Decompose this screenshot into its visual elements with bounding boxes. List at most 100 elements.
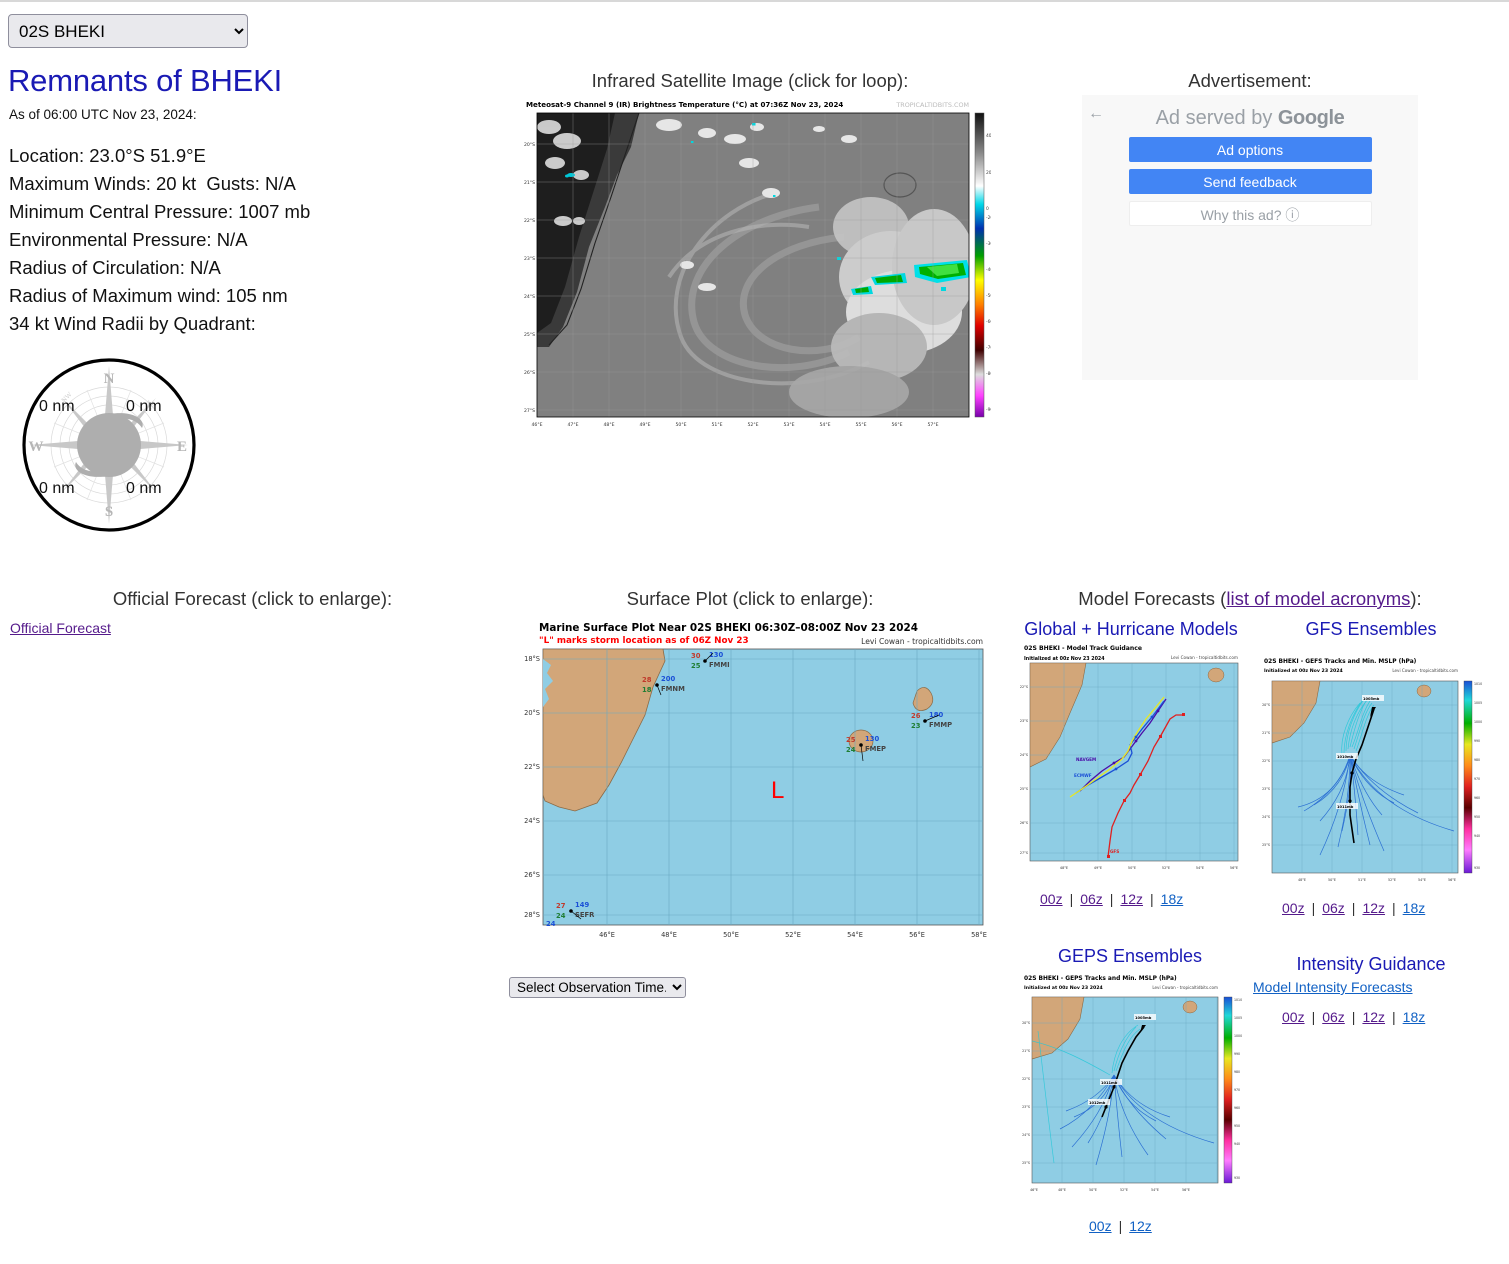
svg-text:23°S: 23°S <box>1262 787 1270 791</box>
svg-text:1010: 1010 <box>1474 682 1482 686</box>
surface-plot-image[interactable]: Marine Surface Plot Near 02S BHEKI 06:30… <box>513 615 991 972</box>
panel1-link-18z[interactable]: 18z <box>1403 900 1426 916</box>
svg-text:24°S: 24°S <box>1262 815 1270 819</box>
surface-plot-heading: Surface Plot (click to enlarge): <box>626 588 874 609</box>
back-arrow-icon[interactable]: ← <box>1088 105 1104 123</box>
storm-stats-list: Location: 23.0°S 51.9°E Maximum Winds: 2… <box>9 142 505 338</box>
svg-text:25: 25 <box>846 736 856 744</box>
svg-text:56°E: 56°E <box>1448 878 1456 882</box>
svg-text:28°S: 28°S <box>524 911 540 919</box>
svg-text:54°E: 54°E <box>847 931 863 939</box>
satellite-image-title: Meteosat-9 Channel 9 (IR) Brightness Tem… <box>526 100 843 109</box>
panel-title-gfs-ensembles: GFS Ensembles <box>1305 619 1437 639</box>
wind-radii-ne: 0 nm <box>126 398 162 416</box>
svg-text:50°E: 50°E <box>723 931 739 939</box>
stat-radius-max-wind: Radius of Maximum wind: 105 nm <box>9 285 288 307</box>
model-intensity-forecasts-link[interactable]: Model Intensity Forecasts <box>1253 979 1413 995</box>
svg-text:24°S: 24°S <box>1020 753 1028 757</box>
svg-text:23: 23 <box>911 722 921 730</box>
panel1-link-00z[interactable]: 00z <box>1282 900 1305 916</box>
ad-served-text: Ad served by <box>1155 107 1273 129</box>
svg-text:N: N <box>104 371 115 387</box>
svg-text:-60: -60 <box>986 319 991 325</box>
panel0-link-12z[interactable]: 12z <box>1120 891 1143 907</box>
svg-text:1000: 1000 <box>1474 720 1482 724</box>
model-track-guidance-image[interactable]: 02S BHEKI - Model Track Guidance Initial… <box>1018 641 1244 881</box>
panel2-img-title: 02S BHEKI - GEPS Tracks and Min. MSLP (h… <box>1024 976 1177 982</box>
surface-plot-credit: Levi Cowan - tropicaltidbits.com <box>861 637 983 646</box>
svg-text:50°E: 50°E <box>1328 878 1336 882</box>
svg-text:52°E: 52°E <box>785 931 801 939</box>
intensity-link-00z[interactable]: 00z <box>1282 1009 1305 1025</box>
stat-radius-circulation: Radius of Circulation: N/A <box>9 257 221 279</box>
svg-text:51°E: 51°E <box>711 422 722 428</box>
ad-served-by-label: Ad served by Google <box>1082 95 1418 130</box>
svg-text:52°E: 52°E <box>1388 878 1396 882</box>
panel1-link-06z[interactable]: 06z <box>1322 900 1345 916</box>
svg-text:27°S: 27°S <box>1020 851 1028 855</box>
svg-text:27°S: 27°S <box>524 408 535 414</box>
svg-text:E: E <box>177 439 187 455</box>
svg-text:25°S: 25°S <box>524 332 535 338</box>
panel2-link-12z[interactable]: 12z <box>1129 1218 1152 1234</box>
svg-text:56°E: 56°E <box>909 931 925 939</box>
surface-plot-title: Marine Surface Plot Near 02S BHEKI 06:30… <box>539 622 918 634</box>
svg-text:980: 980 <box>1234 1070 1240 1074</box>
panel2-link-00z[interactable]: 00z <box>1089 1218 1112 1234</box>
svg-text:24°S: 24°S <box>524 294 535 300</box>
why-this-ad-button[interactable]: Why this ad? ⓘ <box>1128 201 1372 226</box>
storm-select[interactable]: 02S BHEKI <box>8 14 248 48</box>
panel0-link-18z[interactable]: 18z <box>1161 891 1184 907</box>
svg-text:55°E: 55°E <box>855 422 866 428</box>
surface-plot-subtitle: "L" marks storm location as of 06Z Nov 2… <box>539 636 749 646</box>
svg-text:20: 20 <box>986 170 991 176</box>
satellite-imagery <box>537 113 969 417</box>
svg-text:21°S: 21°S <box>1262 731 1270 735</box>
svg-text:940: 940 <box>1474 834 1480 838</box>
svg-text:56°E: 56°E <box>1230 866 1238 870</box>
panel2-img-subtitle: Initialized at 00z Nov 23 2024 <box>1024 985 1103 991</box>
svg-text:58°E: 58°E <box>971 931 987 939</box>
intensity-link-06z[interactable]: 06z <box>1322 1009 1345 1025</box>
panel1-link-12z[interactable]: 12z <box>1362 900 1385 916</box>
svg-text:970: 970 <box>1234 1088 1240 1092</box>
svg-text:25: 25 <box>691 662 701 670</box>
intensity-link-12z[interactable]: 12z <box>1362 1009 1385 1025</box>
svg-text:46°E: 46°E <box>1030 1188 1038 1192</box>
svg-text:23°S: 23°S <box>1022 1105 1030 1109</box>
svg-text:22°S: 22°S <box>524 763 540 771</box>
ad-options-button[interactable]: Ad options <box>1128 137 1372 162</box>
gefs-ensembles-image[interactable]: 02S BHEKI - GEFS Tracks and Min. MSLP (h… <box>1258 655 1484 885</box>
svg-text:48°E: 48°E <box>1298 878 1306 882</box>
svg-text:46°E: 46°E <box>599 931 615 939</box>
svg-text:950: 950 <box>1474 815 1480 819</box>
svg-text:20°S: 20°S <box>1262 703 1270 707</box>
svg-text:48°E: 48°E <box>1058 1188 1066 1192</box>
svg-text:-30: -30 <box>986 241 991 247</box>
stat-max-winds: Maximum Winds: 20 kt Gusts: N/A <box>9 173 296 195</box>
low-pressure-marker: L <box>771 777 784 804</box>
svg-text:130: 130 <box>865 735 879 743</box>
model-acronyms-link[interactable]: list of model acronyms <box>1226 588 1410 609</box>
geps-ensembles-image[interactable]: 02S BHEKI - GEPS Tracks and Min. MSLP (h… <box>1018 971 1244 1196</box>
wind-radii-se: 0 nm <box>126 480 162 498</box>
svg-text:23°S: 23°S <box>1020 719 1028 723</box>
observation-time-select[interactable]: Select Observation Time... <box>509 977 686 998</box>
svg-text:18: 18 <box>642 686 652 694</box>
svg-text:48°E: 48°E <box>603 422 614 428</box>
intensity-link-18z[interactable]: 18z <box>1403 1009 1426 1025</box>
svg-text:FMNM: FMNM <box>661 685 685 693</box>
panel0-link-06z[interactable]: 06z <box>1080 891 1103 907</box>
svg-text:950: 950 <box>1234 1124 1240 1128</box>
svg-text:SEFR: SEFR <box>575 911 595 919</box>
svg-text:50°E: 50°E <box>675 422 686 428</box>
send-feedback-button[interactable]: Send feedback <box>1128 169 1372 194</box>
geps-annot-1005: 1005mb <box>1135 1016 1152 1020</box>
infrared-satellite-image[interactable]: Meteosat-9 Channel 9 (IR) Brightness Tem… <box>519 97 991 440</box>
model-label-navgem: NAVGEM <box>1076 757 1096 762</box>
panel1-img-title: 02S BHEKI - GEFS Tracks and Min. MSLP (h… <box>1264 659 1417 665</box>
svg-text:24: 24 <box>546 920 556 928</box>
svg-text:980: 980 <box>1474 758 1480 762</box>
panel0-link-00z[interactable]: 00z <box>1040 891 1063 907</box>
official-forecast-link[interactable]: Official Forecast <box>10 620 111 636</box>
